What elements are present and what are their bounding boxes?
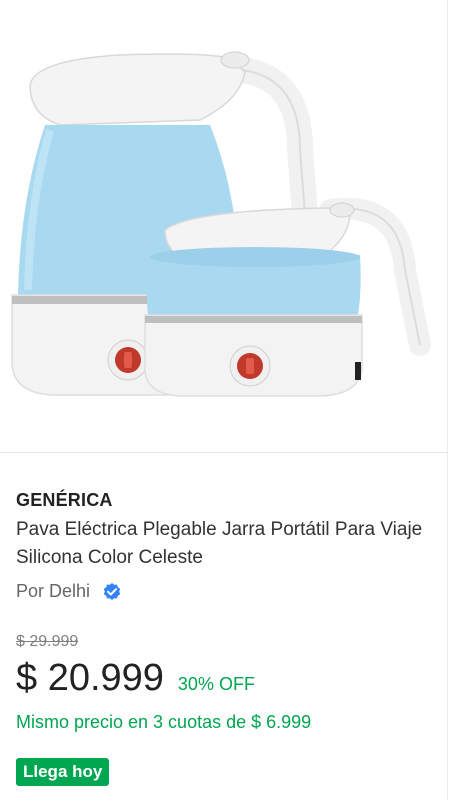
product-title[interactable]: Pava Eléctrica Plegable Jarra Portátil P…	[16, 516, 426, 572]
discount-label: 30% OFF	[177, 674, 255, 694]
kettle-illustration	[11, 51, 431, 397]
seller-info: Por Delhi	[16, 581, 122, 602]
installments-info: Mismo precio en 3 cuotas de $ 6.999	[16, 712, 312, 732]
price-row: $ 20.999 30% OFF	[16, 657, 255, 700]
shipping-badge: Llega hoy	[16, 758, 110, 786]
product-brand: GENÉRICA	[16, 490, 113, 510]
product-card[interactable]: GENÉRICA Pava Eléctrica Plegable Jarra P…	[0, 0, 448, 800]
current-price: $ 20.999	[16, 657, 164, 699]
original-price: $ 29.999	[16, 633, 79, 650]
product-image[interactable]	[0, 0, 447, 452]
card-divider	[0, 452, 447, 453]
verified-check-icon	[103, 582, 121, 600]
seller-name: Por Delhi	[16, 581, 91, 601]
